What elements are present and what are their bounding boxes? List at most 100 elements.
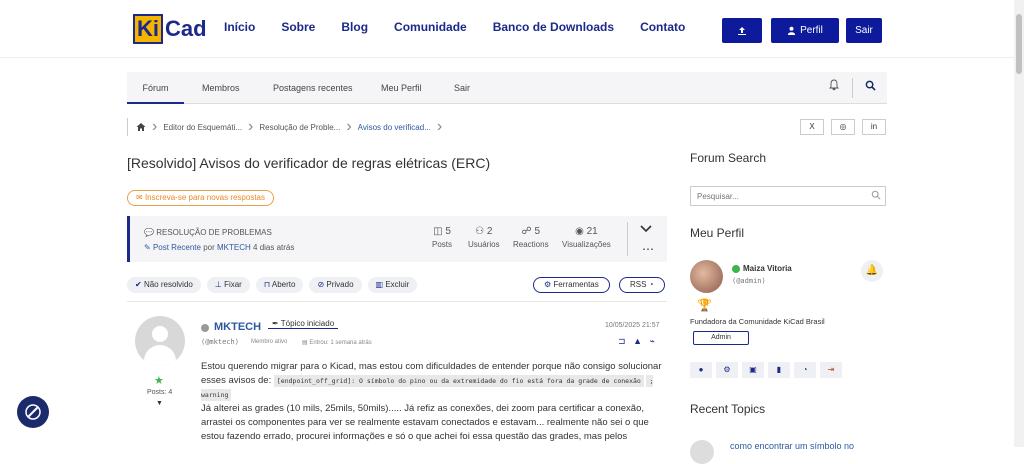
recent-author-link[interactable]: MKTECH [217, 243, 251, 252]
tab-meu-perfil[interactable]: Meu Perfil [381, 83, 422, 93]
chevron-down-icon[interactable] [640, 222, 652, 236]
delete-button[interactable]: ▥ Excluir [367, 277, 418, 293]
forum-search-input[interactable] [690, 186, 886, 206]
post-author-name[interactable]: MKTECH [214, 321, 261, 333]
trash-icon: ▥ [375, 280, 384, 289]
profile-label: Perfil [800, 25, 823, 36]
tab-membros[interactable]: Membros [202, 83, 240, 93]
subscribe-button[interactable]: ✉ Inscreva-se para novas respostas [127, 190, 274, 206]
breadcrumb-item[interactable]: Resolução de Proble... [259, 123, 340, 132]
accessibility-toggle-icon[interactable] [17, 396, 49, 428]
category-label: RESOLUÇÃO DE PROBLEMAS [156, 228, 272, 237]
share-whatsapp-button[interactable]: ◎ [831, 119, 855, 135]
topic-category[interactable]: 💬 RESOLUÇÃO DE PROBLEMAS [144, 228, 272, 237]
page-scrollbar[interactable] [1014, 0, 1024, 447]
pin-button[interactable]: ⊥ Fixar [206, 277, 250, 293]
action-label: Privado [326, 280, 354, 289]
stat-value: 5 [534, 226, 541, 237]
upload-button[interactable] [722, 18, 762, 43]
menu-inicio[interactable]: Início [224, 20, 255, 34]
tab-forum-label: Fórum [142, 83, 169, 93]
stat-label: Usuários [468, 240, 500, 249]
sidebar-user-name[interactable]: Maiza Vitoria [743, 264, 792, 273]
stat-label: Reactions [513, 240, 549, 249]
recent-time: 4 dias atrás [253, 243, 295, 252]
search-icon[interactable] [871, 190, 881, 202]
trophy-icon: 🏆 [697, 298, 712, 312]
edit-icon: ✎ [144, 243, 151, 252]
menu-comunidade[interactable]: Comunidade [394, 20, 467, 34]
messages-icon[interactable]: ▣ [742, 362, 764, 378]
link-icon[interactable]: ⌁ [650, 336, 655, 346]
eye-icon: ◉ [575, 226, 584, 237]
breadcrumb-current[interactable]: Avisos do verificad... [358, 123, 431, 132]
badge-label: Tópico iniciado [280, 319, 335, 328]
caret-down-icon[interactable]: ▼ [156, 400, 163, 407]
menu-sobre[interactable]: Sobre [281, 20, 315, 34]
settings-gear-icon[interactable]: ⚙ [716, 362, 738, 378]
post-author-avatar[interactable] [135, 316, 185, 366]
notifications-bell-icon[interactable]: 🔔 [861, 260, 883, 282]
action-label: Aberto [271, 280, 296, 289]
search-icon[interactable] [865, 79, 876, 94]
gear-icon: ⚙ [544, 280, 552, 289]
warning-icon[interactable]: ▲ [633, 336, 642, 346]
reactions-icon: ☍ [521, 226, 532, 237]
logout-label: Sair [855, 25, 873, 36]
recent-topic-link[interactable]: como encontrar um símbolo no [730, 441, 854, 451]
recent-post-link[interactable]: Post Recente [153, 243, 201, 252]
stat-users: ⚇ 2 Usuários [468, 226, 500, 249]
menu-blog[interactable]: Blog [341, 20, 368, 34]
tab-forum[interactable]: Fórum [127, 83, 184, 104]
recent-topic-avatar [690, 440, 714, 464]
rss-feed-icon[interactable]: ◔ [794, 362, 816, 378]
bookmark-icon[interactable]: ⊐ [618, 336, 626, 346]
bookmarks-icon[interactable]: ▮ [768, 362, 790, 378]
home-icon[interactable] [136, 122, 146, 132]
sidebar-avatar[interactable] [690, 260, 723, 293]
scrollbar-thumb[interactable] [1016, 14, 1022, 74]
rss-button[interactable]: RSS ◔ [619, 277, 665, 293]
stat-views: ◉ 21 Visualizações [562, 226, 611, 249]
subscribe-label: Inscreva-se para novas respostas [144, 193, 265, 202]
code-snippet: [endpoint_off_grid]: O símbolo do pino o… [273, 375, 644, 387]
logout-icon[interactable]: ⇥ [820, 362, 842, 378]
admin-badge: Admin [693, 331, 749, 345]
topic-info-box: 💬 RESOLUÇÃO DE PROBLEMAS ✎ Post Recente … [127, 216, 667, 262]
menu-contato[interactable]: Contato [640, 20, 685, 34]
kicad-logo[interactable]: Ki Cad [133, 14, 207, 44]
stat-value: 5 [445, 226, 451, 237]
share-x-button[interactable]: X [800, 119, 824, 135]
stat-value: 21 [586, 226, 598, 237]
action-label: Não resolvido [143, 280, 193, 289]
open-button[interactable]: ⊓ Aberto [255, 277, 304, 293]
tools-button[interactable]: ⚙ Ferramentas [533, 277, 610, 293]
eye-slash-icon: ⊘ [317, 280, 325, 289]
tab-sair[interactable]: Sair [454, 83, 470, 93]
breadcrumb-item[interactable]: Editor do Esquemáti... [163, 123, 242, 132]
post-body: Estou querendo migrar para o Kicad, mas … [201, 360, 663, 444]
profile-button[interactable]: Perfil [771, 18, 839, 43]
post-date: 10/05/2025 21:57 [605, 322, 660, 329]
stat-label: Visualizações [562, 240, 611, 249]
topic-actions: ✔ Não resolvido ⊥ Fixar ⊓ Aberto ⊘ Priva… [127, 277, 418, 293]
more-options-icon[interactable]: ⋯ [642, 242, 654, 256]
upload-icon [738, 26, 746, 35]
menu-downloads[interactable]: Banco de Downloads [493, 20, 614, 34]
online-status-dot [732, 265, 740, 273]
not-resolved-button[interactable]: ✔ Não resolvido [127, 277, 201, 293]
feather-icon: ✒ [272, 319, 279, 328]
joined-label: Entrou: 1 semana atrás [309, 340, 372, 346]
lock-icon: ⊓ [263, 280, 271, 289]
tab-postagens[interactable]: Postagens recentes [273, 83, 353, 93]
joined-date: ▤ Entrou: 1 semana atrás [302, 339, 372, 346]
private-button[interactable]: ⊘ Privado [309, 277, 362, 293]
bell-icon[interactable] [828, 79, 840, 94]
profile-user-icon[interactable]: ● [690, 362, 712, 378]
stat-reactions: ☍ 5 Reactions [513, 226, 549, 249]
logo-ki: Ki [133, 14, 163, 44]
share-linkedin-button[interactable]: in [862, 119, 886, 135]
check-icon: ✔ [135, 280, 142, 289]
comments-icon: 💬 [144, 228, 154, 237]
logout-button[interactable]: Sair [846, 18, 882, 43]
